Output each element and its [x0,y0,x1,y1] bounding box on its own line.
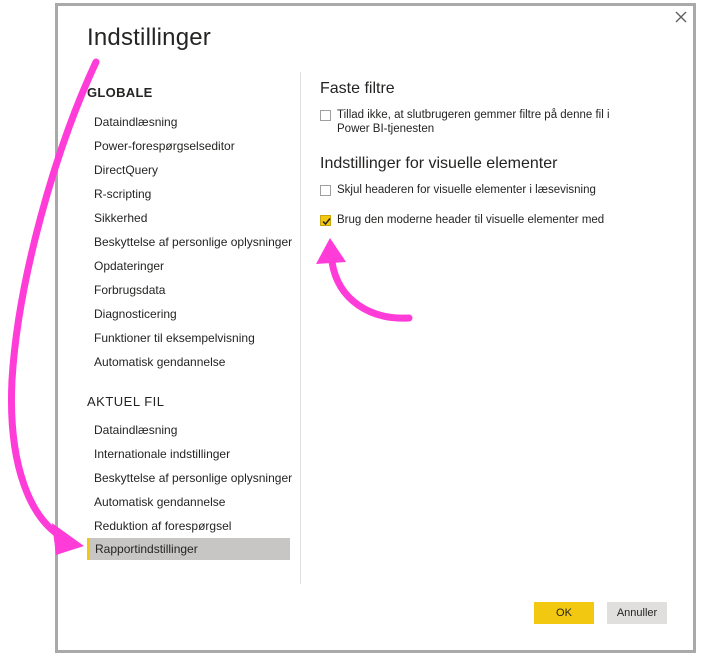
sidebar-item-diagnostics[interactable]: Diagnosticering [87,303,290,325]
hide-header-checkbox[interactable] [320,185,331,196]
sidebar-item-power-query-editor[interactable]: Power-forespørgselseditor [87,135,290,157]
sidebar-item-current-privacy[interactable]: Beskyttelse af personlige oplysninger [87,467,292,489]
sidebar-item-r-scripting[interactable]: R-scripting [87,183,290,205]
hide-header-option[interactable]: Skjul headeren for visuelle elementer i … [320,183,596,197]
sidebar-item-query-reduction[interactable]: Reduktion af forespørgsel [87,515,290,537]
sidebar-item-regional-settings[interactable]: Internationale indstillinger [87,443,290,465]
sidebar-item-report-settings[interactable]: Rapportindstillinger [87,538,290,560]
section-header-current-file: AKTUEL FIL [87,394,165,409]
close-icon [675,11,687,23]
modern-header-option[interactable]: Brug den moderne header til visuelle ele… [320,213,604,227]
sidebar-item-preview-features[interactable]: Funktioner til eksempelvisning [87,327,290,349]
persistent-filters-option[interactable]: Tillad ikke, at slutbrugeren gemmer filt… [320,108,610,136]
section-header-global: GLOBALE [87,85,153,100]
sidebar-item-auto-recovery[interactable]: Automatisk gendannelse [87,351,290,373]
check-icon [322,218,331,226]
visual-settings-title: Indstillinger for visuelle elementer [320,155,558,172]
close-button[interactable] [672,8,690,26]
ok-button[interactable]: OK [534,602,594,624]
panel-divider [300,72,301,584]
modern-header-checkbox[interactable] [320,215,331,226]
persistent-filters-label-line1: Tillad ikke, at slutbrugeren gemmer filt… [337,109,610,121]
sidebar-item-current-auto-recovery[interactable]: Automatisk gendannelse [87,491,290,513]
sidebar-item-privacy[interactable]: Beskyttelse af personlige oplysninger [87,231,292,253]
sidebar-item-directquery[interactable]: DirectQuery [87,159,290,181]
persistent-filters-title: Faste filtre [320,80,395,97]
sidebar-item-updates[interactable]: Opdateringer [87,255,290,277]
sidebar-item-usage-data[interactable]: Forbrugsdata [87,279,290,301]
screenshot-frame: Indstillinger GLOBALE Dataindlæsning Pow… [0,0,701,657]
persistent-filters-label-line2: Power BI-tjenesten [337,123,435,135]
sidebar-item-data-load[interactable]: Dataindlæsning [87,111,290,133]
persistent-filters-label: Tillad ikke, at slutbrugeren gemmer filt… [337,108,610,136]
persistent-filters-checkbox[interactable] [320,110,331,121]
cancel-button[interactable]: Annuller [607,602,667,624]
dialog-title: Indstillinger [87,24,211,51]
modern-header-label: Brug den moderne header til visuelle ele… [337,214,605,226]
sidebar-item-security[interactable]: Sikkerhed [87,207,290,229]
sidebar-item-current-data-load[interactable]: Dataindlæsning [87,419,290,441]
hide-header-label: Skjul headeren for visuelle elementer i … [337,184,596,196]
